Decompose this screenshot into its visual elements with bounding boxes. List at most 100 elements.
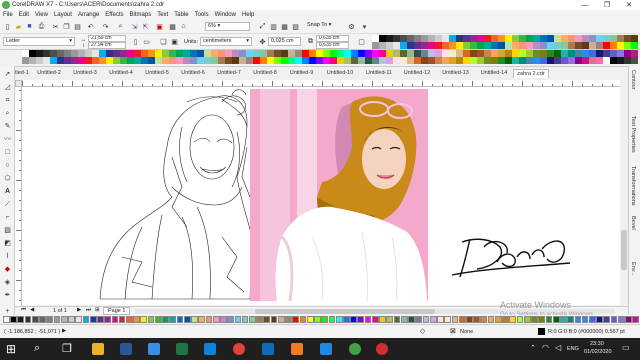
color-swatch[interactable] (567, 316, 575, 323)
chrome-icon[interactable] (233, 343, 245, 355)
color-swatch[interactable] (75, 316, 83, 323)
close-button[interactable]: ✕ (618, 0, 640, 10)
task-view-icon[interactable]: ❐ (62, 342, 72, 355)
color-swatch[interactable] (540, 35, 547, 42)
prev-page-icon[interactable]: ◀ (30, 307, 34, 313)
color-swatch[interactable] (477, 42, 484, 49)
rectangle-tool-icon[interactable]: □ (3, 148, 12, 157)
color-swatch[interactable] (176, 316, 184, 323)
store-icon[interactable] (148, 343, 160, 355)
color-swatch[interactable] (574, 316, 582, 323)
shape-tool-icon[interactable]: ◿ (3, 83, 12, 92)
color-swatch[interactable] (321, 316, 329, 323)
color-swatch[interactable] (538, 316, 546, 323)
menu-window[interactable]: Window (215, 12, 236, 18)
color-swatch[interactable] (183, 316, 191, 323)
color-swatch[interactable] (631, 42, 638, 49)
document-tab[interactable]: Untitled-11 (360, 69, 398, 78)
interactive-fill-icon[interactable]: ◆ (3, 265, 12, 274)
color-swatch[interactable] (220, 316, 227, 323)
color-swatch[interactable] (526, 35, 533, 42)
crop-tool-icon[interactable]: ⌗ (3, 96, 12, 105)
page-height-field[interactable]: 27,94 cm (88, 42, 126, 49)
color-swatch[interactable] (241, 316, 249, 323)
color-swatch[interactable] (234, 316, 242, 323)
color-swatch[interactable] (456, 42, 463, 49)
color-swatch[interactable] (449, 35, 456, 42)
color-swatch[interactable] (470, 35, 477, 42)
color-swatch[interactable] (435, 35, 442, 42)
document-tab[interactable]: Untitled-7 (211, 69, 247, 78)
color-swatch[interactable] (386, 42, 393, 49)
document-tab[interactable]: Untitled-6 (175, 69, 211, 78)
color-swatch[interactable] (407, 35, 414, 42)
cut-icon[interactable]: ✂ (51, 22, 60, 31)
color-swatch[interactable] (147, 316, 155, 323)
color-swatch[interactable] (617, 35, 624, 42)
menu-file[interactable]: File (3, 12, 13, 18)
color-swatch[interactable] (596, 35, 603, 42)
docker-tab[interactable]: Transformations (630, 166, 636, 206)
color-swatch[interactable] (364, 316, 372, 323)
color-swatch[interactable] (400, 316, 408, 323)
notifications-icon[interactable]: ▭ (622, 343, 630, 352)
grid-icon[interactable]: ▦ (280, 22, 289, 31)
color-swatch[interactable] (357, 316, 365, 323)
color-swatch[interactable] (588, 316, 596, 323)
color-swatch[interactable] (24, 316, 32, 323)
color-swatch[interactable] (505, 42, 512, 49)
color-swatch[interactable] (523, 316, 531, 323)
application-launcher-icon[interactable]: ▦ (168, 22, 177, 31)
color-swatch[interactable] (505, 35, 512, 42)
color-swatch[interactable] (610, 316, 618, 323)
color-swatch[interactable] (451, 316, 459, 323)
publish-pdf-icon[interactable]: ▣ (155, 22, 164, 31)
color-swatch[interactable] (519, 42, 526, 49)
drawing-canvas[interactable] (22, 87, 620, 305)
color-swatch[interactable] (617, 42, 624, 49)
color-swatch[interactable] (575, 35, 582, 42)
ellipse-tool-icon[interactable]: ○ (3, 161, 12, 170)
color-swatch[interactable] (263, 316, 271, 323)
color-swatch[interactable] (449, 42, 456, 49)
page-border-icon[interactable]: ▢ (357, 37, 366, 46)
color-swatch[interactable] (582, 35, 589, 42)
color-swatch[interactable] (428, 42, 435, 49)
color-swatch[interactable] (414, 35, 421, 42)
color-swatch[interactable] (154, 316, 162, 323)
menu-bitmaps[interactable]: Bitmaps (130, 12, 152, 18)
color-swatch[interactable] (17, 316, 25, 323)
language-indicator[interactable]: ENG (567, 346, 579, 352)
color-swatch[interactable] (133, 316, 140, 323)
color-swatch[interactable] (212, 316, 220, 323)
search-icon[interactable]: ⌕ (34, 342, 40, 355)
color-swatch[interactable] (470, 42, 477, 49)
color-swatch[interactable] (379, 42, 386, 49)
volume-icon[interactable]: ◁ (555, 343, 561, 352)
color-swatch[interactable] (466, 316, 473, 323)
app-red-icon[interactable] (376, 343, 388, 355)
color-swatch[interactable] (547, 42, 554, 49)
windows-start-icon[interactable]: ⊞ (6, 342, 16, 356)
color-swatch[interactable] (581, 316, 589, 323)
landscape-icon[interactable]: ▭ (142, 37, 151, 46)
color-swatch[interactable] (169, 316, 177, 323)
color-swatch[interactable] (421, 42, 428, 49)
color-swatch[interactable] (625, 316, 632, 323)
color-swatch[interactable] (350, 316, 357, 323)
duplicate-x-field[interactable]: 0,635 cm (316, 35, 349, 42)
color-swatch[interactable] (516, 316, 524, 323)
color-swatch[interactable] (248, 316, 256, 323)
color-swatch[interactable] (632, 316, 640, 323)
document-tab[interactable]: Untitled-3 (67, 69, 103, 78)
page-size-dropdown[interactable]: Letter ▾ (3, 37, 75, 46)
print-icon[interactable]: ⎙ (37, 22, 46, 31)
color-swatch[interactable] (227, 316, 234, 323)
document-tab[interactable]: Untitled-2 (31, 69, 67, 78)
color-swatch[interactable] (526, 42, 533, 49)
document-tab[interactable]: zahra 2.cdr (513, 69, 549, 78)
sketch-outline-drawing[interactable] (99, 89, 253, 300)
freehand-tool-icon[interactable]: ✎ (3, 122, 12, 131)
save-icon[interactable]: ■ (25, 22, 34, 31)
color-swatch[interactable] (198, 316, 206, 323)
